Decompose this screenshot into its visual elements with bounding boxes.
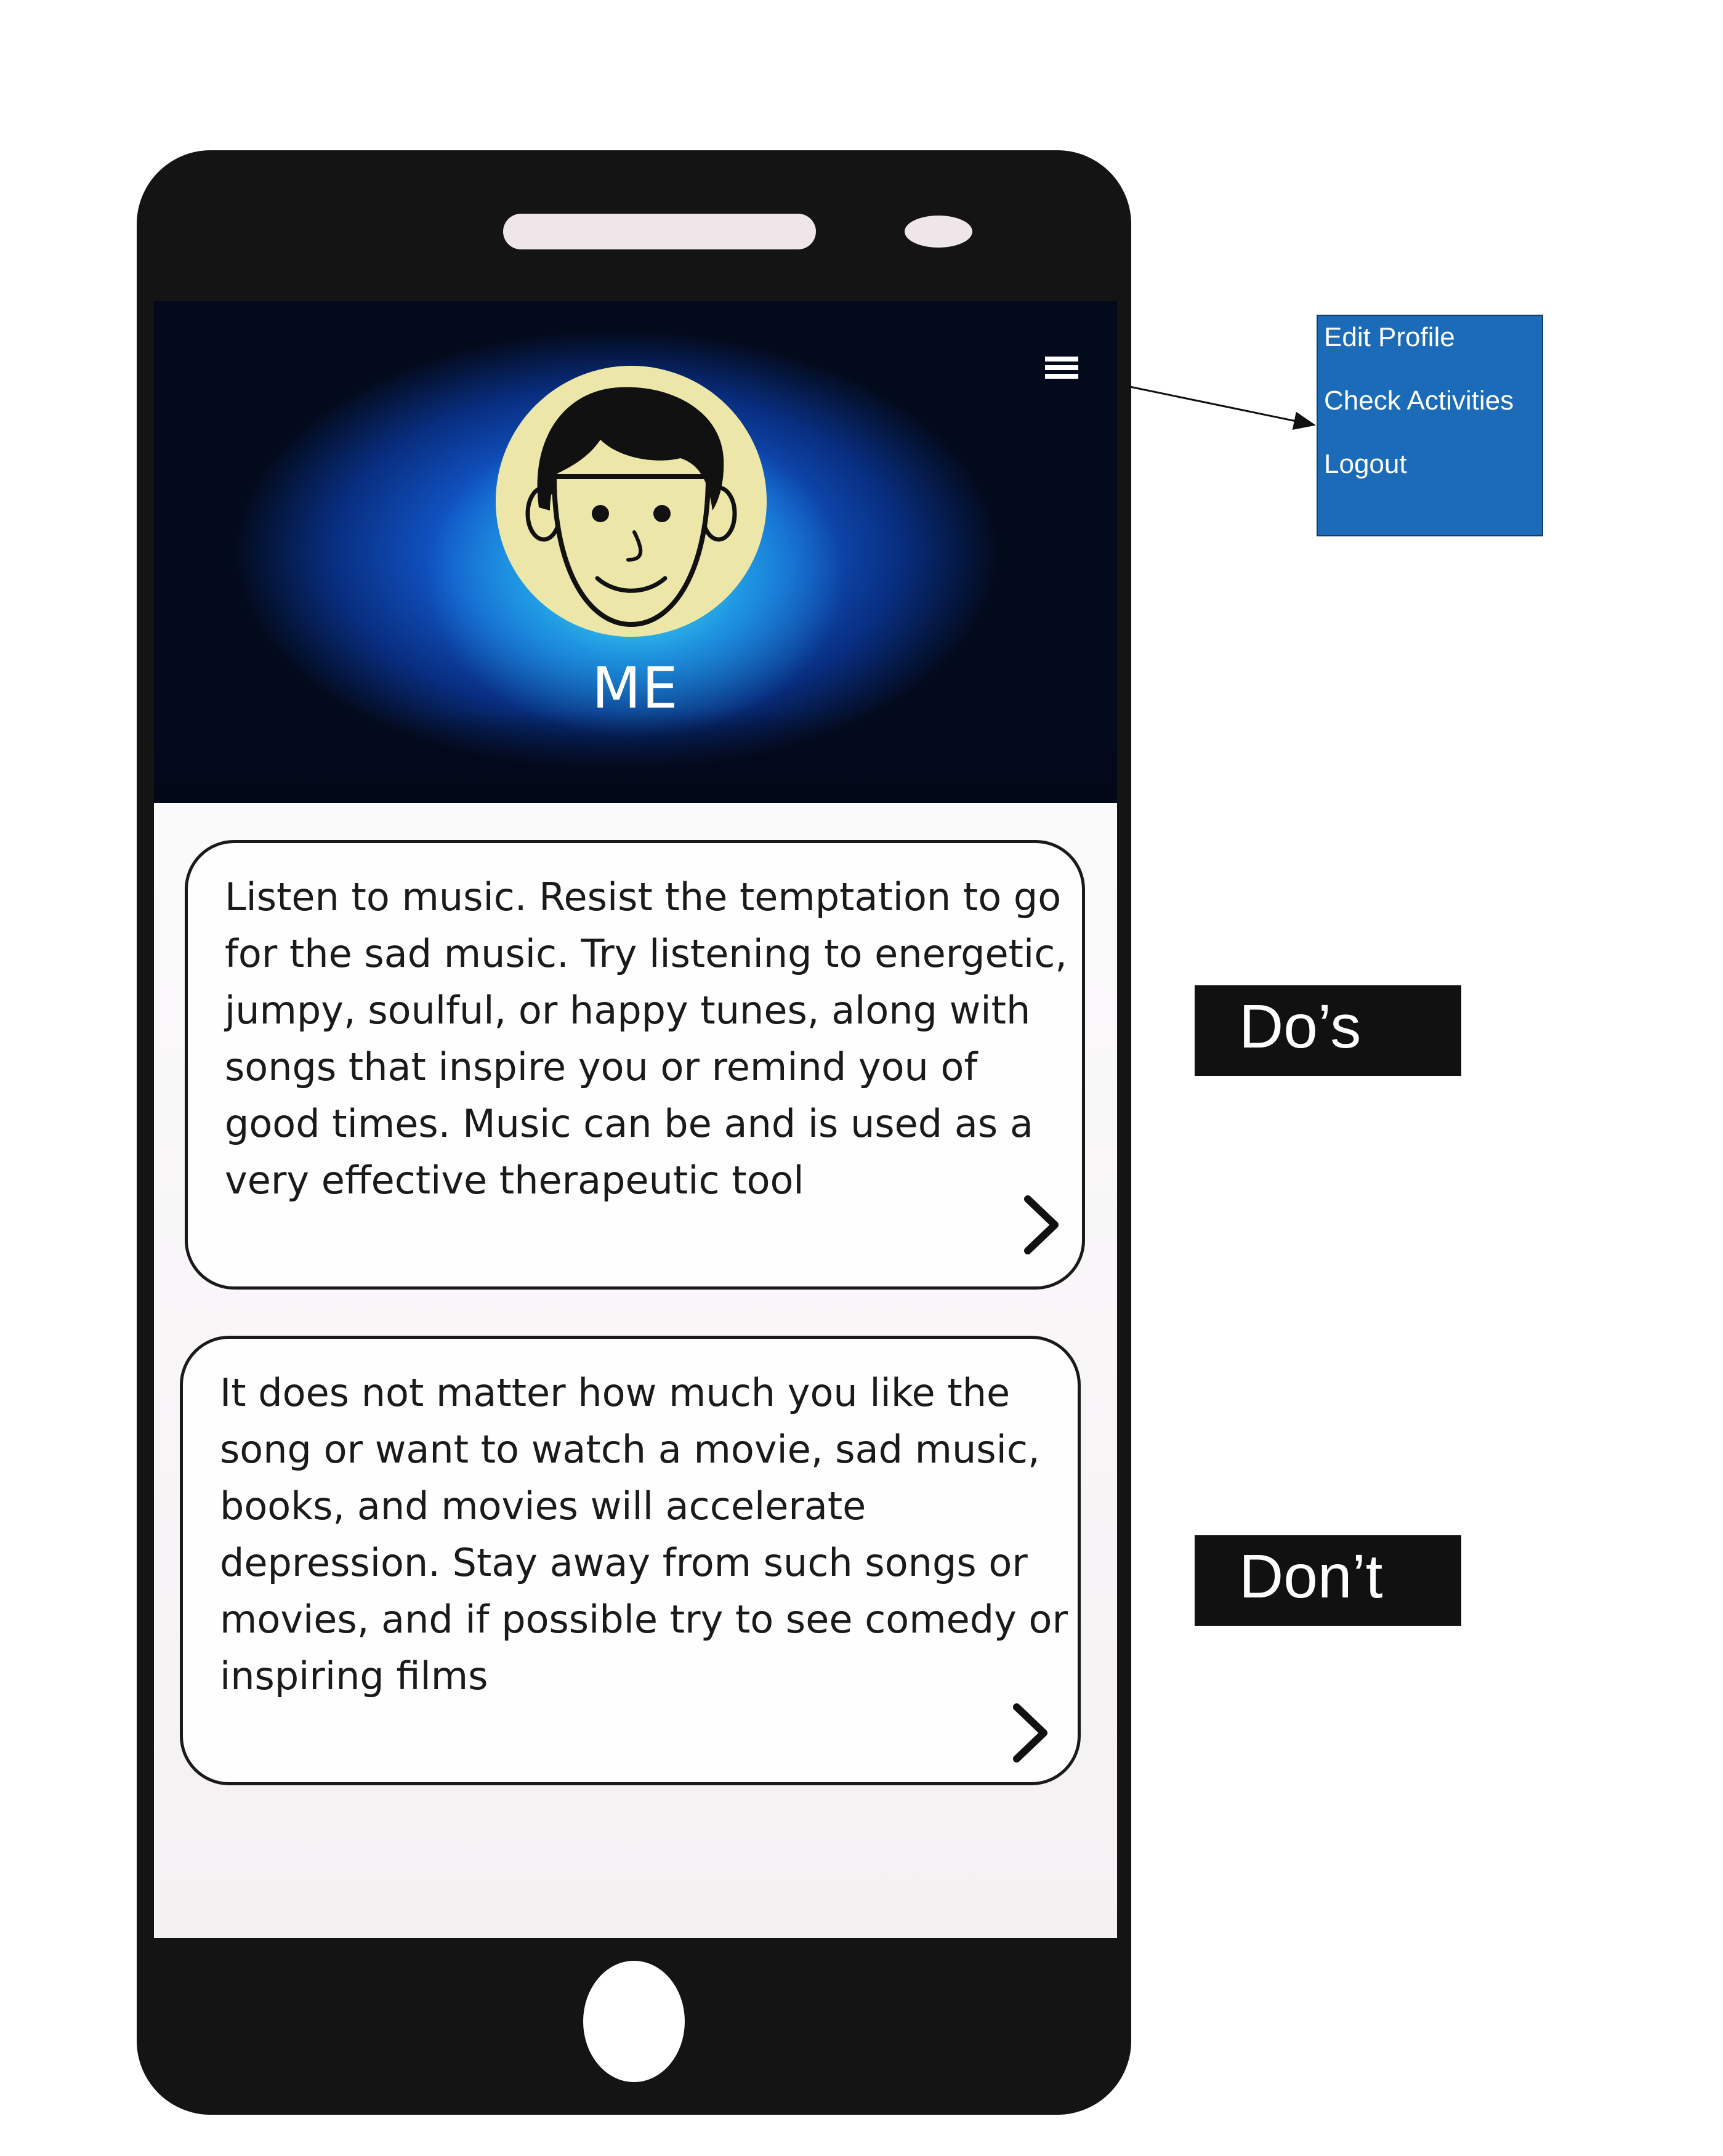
dos-card-text: Listen to music. Resist the temptation t… [225,874,1067,1203]
home-button[interactable] [583,1961,685,2082]
hamburger-menu-icon[interactable] [1045,355,1078,380]
profile-menu-dropdown: Edit Profile Check Activities Logout [1317,315,1543,536]
profile-name: ME [592,655,679,721]
menu-item-edit-profile[interactable]: Edit Profile [1324,322,1455,353]
phone-screen: ME Listen to music. Resist the temptatio… [154,301,1117,1938]
dos-annotation-label: Do’s [1239,992,1362,1061]
chevron-right-icon[interactable] [1008,1702,1051,1764]
phone-speaker [503,214,816,249]
dont-annotation: Don’t [1195,1535,1461,1626]
menu-item-check-activities[interactable]: Check Activities [1324,386,1514,416]
menu-item-logout[interactable]: Logout [1324,449,1407,480]
donts-card-text: It does not matter how much you like the… [220,1370,1068,1698]
avatar[interactable] [496,366,767,637]
dont-annotation-label: Don’t [1239,1542,1383,1611]
phone-frame: ME Listen to music. Resist the temptatio… [137,150,1131,2115]
donts-card[interactable]: It does not matter how much you like the… [180,1336,1081,1785]
phone-camera [905,216,972,248]
dos-card[interactable]: Listen to music. Resist the temptation t… [185,840,1085,1290]
tips-list: Listen to music. Resist the temptation t… [154,803,1117,1938]
dos-annotation: Do’s [1195,985,1461,1076]
profile-header: ME [154,301,1117,803]
chevron-right-icon[interactable] [1019,1194,1062,1256]
